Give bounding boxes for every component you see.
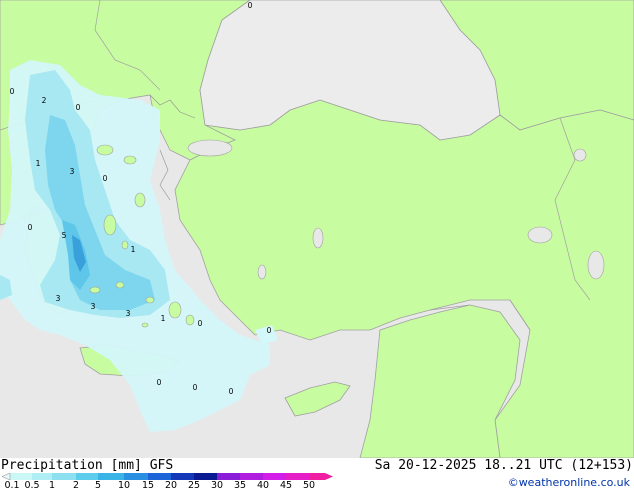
legend-swatch — [32, 473, 52, 480]
precip-value-label: 0 — [267, 326, 272, 335]
legend-tick-label: 25 — [187, 480, 201, 491]
legend-swatch — [171, 473, 194, 480]
title-text: Precipitation [mm] — [1, 458, 142, 473]
legend-tick-label: 50 — [302, 480, 316, 491]
precip-value-label: 0 — [10, 87, 15, 96]
legend-tick-label: 2 — [72, 480, 80, 491]
precipitation-map: 0 0 2 0 1 3 0 0 5 1 3 3 3 1 0 0 0 0 0 — [0, 0, 634, 458]
legend-tick-label: 1 — [48, 480, 56, 491]
precip-value-label: 3 — [91, 302, 96, 311]
legend-low-arrow — [1, 473, 11, 481]
precip-value-label: 1 — [131, 245, 136, 254]
legend-swatch — [10, 473, 32, 480]
legend-swatch — [309, 473, 325, 480]
precip-value-label: 0 — [248, 1, 253, 10]
legend-tick-label: 15 — [141, 480, 155, 491]
legend-swatch — [124, 473, 148, 480]
footer: Precipitation [mm] GFS Sa 20-12-2025 18.… — [0, 458, 634, 491]
legend-swatch — [240, 473, 263, 480]
precip-value-label: 0 — [28, 223, 33, 232]
legend-swatch — [217, 473, 240, 480]
legend-swatch — [98, 473, 124, 480]
legend-tick-label: 35 — [233, 480, 247, 491]
legend-tick-label: 40 — [256, 480, 270, 491]
legend-swatch — [52, 473, 76, 480]
chart-title: Precipitation [mm] GFS — [1, 458, 173, 473]
legend-tick-label: 5 — [94, 480, 102, 491]
legend-tick-label: 30 — [210, 480, 224, 491]
legend-swatch — [76, 473, 98, 480]
legend-swatch — [194, 473, 217, 480]
precip-value-label: 3 — [126, 309, 131, 318]
model-name: GFS — [149, 458, 174, 473]
precip-value-label: 1 — [161, 314, 166, 323]
valid-time: Sa 20-12-2025 18..21 UTC (12+153) — [374, 458, 633, 473]
precip-value-label: 1 — [36, 159, 41, 168]
precip-value-label: 0 — [193, 383, 198, 392]
precip-value-label: 0 — [198, 319, 203, 328]
legend-swatch — [286, 473, 309, 480]
precip-value-label: 0 — [229, 387, 234, 396]
legend-swatch — [148, 473, 171, 480]
precip-value-label: 5 — [62, 231, 67, 240]
credit[interactable]: ©weatheronline.co.uk — [508, 476, 630, 489]
precip-value-label: 0 — [76, 103, 81, 112]
precip-value-label: 0 — [103, 174, 108, 183]
precip-value-label: 3 — [70, 167, 75, 176]
legend-high-arrow — [325, 473, 333, 480]
legend-tick-label: 20 — [164, 480, 178, 491]
legend-tick-label: 10 — [117, 480, 131, 491]
legend-tick-label: 0.1 — [4, 480, 20, 491]
precip-value-label: 2 — [42, 96, 47, 105]
precip-value-label: 0 — [157, 378, 162, 387]
precip-value-label: 3 — [56, 294, 61, 303]
legend-swatch — [263, 473, 286, 480]
legend-tick-label: 45 — [279, 480, 293, 491]
legend-tick-label: 0.5 — [24, 480, 40, 491]
